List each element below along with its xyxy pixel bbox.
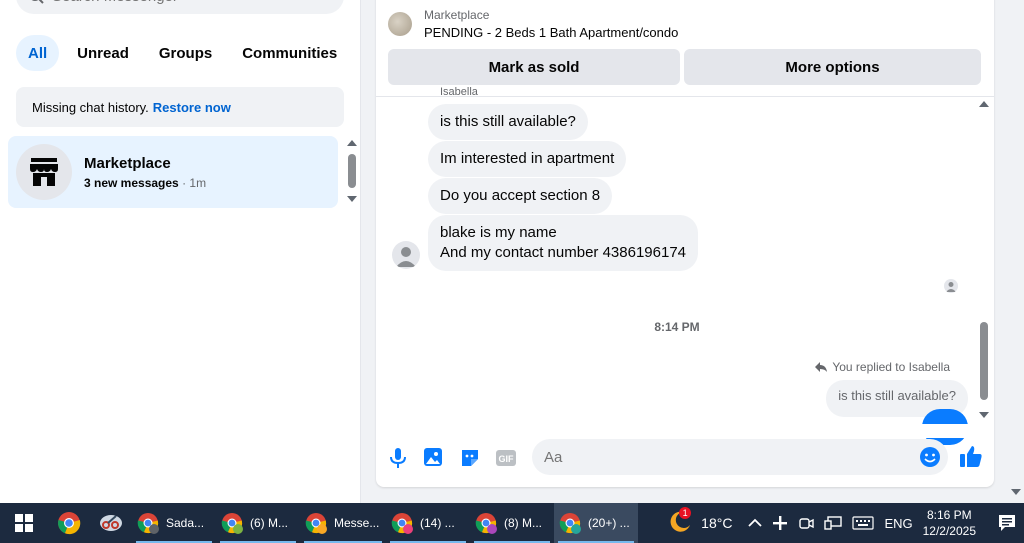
taskbar-app-chrome-active[interactable]: (20+) ... [554,503,638,543]
show-hidden-icons-chevron-icon[interactable] [748,518,763,528]
conversation-scrollbar[interactable] [977,98,991,424]
sender-avatar[interactable] [392,241,420,269]
search-icon [28,0,44,4]
meet-now-icon[interactable] [798,515,815,531]
microphone-icon[interactable] [384,444,412,472]
missing-history-notice: Missing chat history. Restore now [16,87,344,127]
taskbar-app-label: (14) ... [420,516,455,530]
message-input-box[interactable] [532,439,948,475]
scroll-up-arrow-icon[interactable] [979,101,989,107]
restore-now-link[interactable]: Restore now [153,100,231,115]
incoming-message[interactable]: is this still available? [428,104,588,140]
plus-icon[interactable] [772,515,788,531]
thread-time: · 1m [178,175,207,190]
system-clock[interactable]: 8:16 PM 12/2/2025 [923,507,976,539]
thread-name: Marketplace [84,154,171,172]
message-list-bottom-edge [376,424,994,438]
filter-all[interactable]: All [16,35,60,71]
taskbar-app-chrome[interactable]: Messe... [300,503,386,543]
weather-temperature: 18°C [701,515,733,531]
thread-unread-count: 3 new messages [84,175,179,190]
network-icon[interactable] [824,515,843,531]
message-line: And my contact number 4386196174 [440,244,686,261]
incoming-message[interactable]: Im interested in apartment [428,141,627,177]
windows-start-icon[interactable] [0,503,48,543]
emoji-icon[interactable] [918,445,942,469]
listing-source: Marketplace [424,8,490,22]
input-language[interactable]: ENG [884,516,912,531]
taskbar-app-chrome[interactable]: (8) M... [470,503,554,543]
scroll-down-arrow-icon[interactable] [979,412,989,418]
chrome-profile-icon [137,513,159,534]
taskbar-app-label: (6) M... [250,516,288,530]
chrome-profile-icon [475,513,497,534]
search-box[interactable] [16,0,344,14]
notice-text: Missing chat history. [32,99,149,115]
page-scroll-down-arrow-icon[interactable] [1011,489,1021,495]
system-tray: 1 18°C ENG 8:16 PM 12/2/2025 [667,503,1024,543]
message-composer: GIF [384,438,988,478]
time-separator: 8:14 PM [654,320,700,334]
filter-communities[interactable]: Communities [230,35,349,71]
thread-subtitle: 3 new messages · 1m [84,176,206,190]
tray-icons: ENG [748,515,913,531]
mark-as-sold-button[interactable]: Mark as sold [388,49,680,85]
taskbar-app-chrome[interactable]: (14) ... [386,503,470,543]
scrollbar-thumb[interactable] [348,154,356,188]
svg-text:GIF: GIF [499,454,515,464]
taskbar-app-label: (8) M... [504,516,542,530]
chrome-profile-icon [221,513,243,534]
sender-name: Isabella [440,87,478,97]
incoming-message[interactable]: Do you accept section 8 [428,178,613,214]
reply-arrow-icon [815,362,828,372]
snipping-tool-icon[interactable] [90,503,132,543]
like-thumb-icon[interactable] [958,443,984,469]
listing-actions: Mark as sold More options [388,49,981,85]
chrome-profile-icon [559,513,581,534]
thread-meta: Marketplace 3 new messages · 1m [84,155,206,190]
listing-header[interactable]: Marketplace PENDING - 2 Beds 1 Bath Apar… [388,8,678,40]
weather-moon-icon: 1 [667,507,695,537]
listing-title: PENDING - 2 Beds 1 Bath Apartment/condo [424,25,679,40]
filter-groups[interactable]: Groups [147,35,224,71]
listing-text: Marketplace PENDING - 2 Beds 1 Bath Apar… [424,8,678,40]
taskbar-app-label: Messe... [334,516,380,530]
listing-thumbnail [388,12,412,36]
clock-date: 12/2/2025 [922,524,976,538]
chat-list-panel: All Unread Groups Communities Missing ch… [0,0,360,503]
chrome-taskbar-icon[interactable] [48,503,90,543]
scroll-up-arrow-icon[interactable] [347,140,357,146]
taskbar-app-label: Sada... [166,516,205,530]
filter-tabs: All Unread Groups Communities [16,35,349,71]
photo-gallery-icon[interactable] [420,444,448,472]
weather-widget[interactable]: 1 18°C [667,507,733,537]
chrome-profile-icon [305,513,327,534]
replied-to-text: You replied to Isabella [832,360,950,374]
reply-indicator: You replied to Isabella [814,360,950,374]
chat-list-scrollbar[interactable] [345,138,359,208]
message-input[interactable] [544,448,904,466]
thread-marketplace[interactable]: Marketplace 3 new messages · 1m [8,136,338,208]
message-line: blake is my name [440,224,557,241]
taskbar-app-label: (20+) ... [588,516,630,530]
filter-unread[interactable]: Unread [65,35,141,71]
gif-icon[interactable]: GIF [492,444,520,472]
seen-indicator-avatar [944,279,958,293]
more-options-button[interactable]: More options [684,49,981,85]
taskbar-app-chrome[interactable]: (6) M... [216,503,300,543]
sticker-icon[interactable] [456,444,484,472]
notifications-icon[interactable] [990,503,1024,543]
keyboard-icon[interactable] [852,516,875,530]
marketplace-store-icon [16,144,72,200]
taskbar-app-chrome[interactable]: Sada... [132,503,216,543]
incoming-message-multiline[interactable]: blake is my name And my contact number 4… [428,215,698,271]
search-input[interactable] [52,0,312,5]
scroll-down-arrow-icon[interactable] [347,196,357,202]
windows-taskbar: Sada... (6) M... Messe... (14) ... (8) M… [0,503,1024,543]
clock-time: 8:16 PM [926,508,972,522]
chrome-profile-icon [391,513,413,534]
scrollbar-thumb[interactable] [980,322,988,400]
